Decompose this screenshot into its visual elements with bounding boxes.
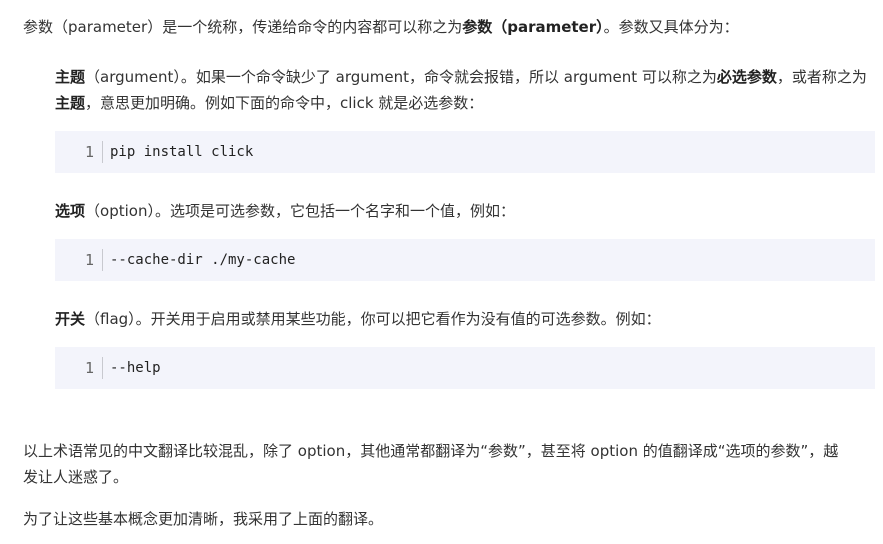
line-number: 1 [84,251,94,269]
option-term: 选项 [55,202,86,220]
gutter-divider [102,357,103,379]
clarity-note-paragraph: 为了让这些基本概念更加清晰，我采用了上面的翻译。 [23,510,384,528]
code-line: --help [110,360,161,376]
argument-term-2: 主题 [55,94,86,112]
flag-term: 开关 [55,310,86,328]
argument-paragraph: 主题（argument）。如果一个命令缺少了 argument，命令就会报错，所… [55,68,867,112]
argument-term: 主题 [55,68,86,86]
option-paragraph: 选项（option）。选项是可选参数，它包括一个名字和一个值，例如： [55,202,515,220]
intro-paragraph: 参数（parameter）是一个统称，传递给命令的内容都可以称之为参数（para… [23,18,739,36]
parameter-term: 参数（parameter） [462,18,604,36]
code-block-pip-install: 1 pip install click [55,131,875,173]
code-block-cache-dir: 1 --cache-dir ./my-cache [55,239,875,281]
code-line: pip install click [110,144,254,160]
line-number: 1 [84,359,94,377]
gutter-divider [102,141,103,163]
gutter-divider [102,249,103,271]
translation-note-paragraph: 以上术语常见的中文翻译比较混乱，除了 option，其他通常都翻译为“参数”，甚… [23,442,839,486]
code-line: --cache-dir ./my-cache [110,252,296,268]
code-block-help: 1 --help [55,347,875,389]
line-number: 1 [84,143,94,161]
flag-paragraph: 开关（flag）。开关用于启用或禁用某些功能，你可以把它看作为没有值的可选参数。… [55,310,661,328]
required-param-term: 必选参数 [716,68,777,86]
